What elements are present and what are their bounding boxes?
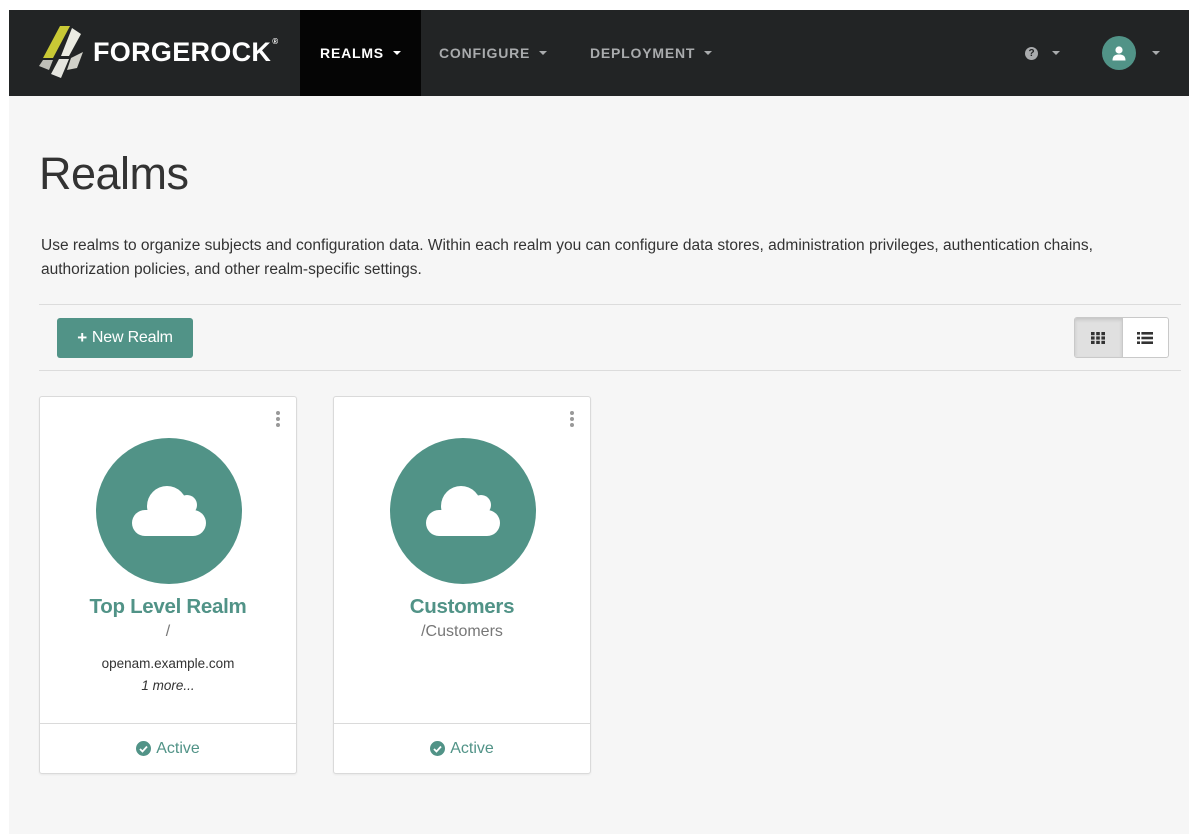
cloud-icon — [426, 486, 500, 536]
realm-icon[interactable] — [96, 438, 242, 584]
divider — [39, 370, 1181, 371]
realm-icon[interactable] — [390, 438, 536, 584]
realm-status: Active — [40, 723, 296, 773]
caret-down-icon — [539, 51, 548, 55]
nav-realms-label: REALMS — [320, 45, 384, 61]
new-realm-button[interactable]: + New Realm — [57, 318, 193, 358]
realm-path: /Customers — [421, 623, 503, 640]
divider — [39, 304, 1181, 305]
check-circle-icon — [136, 741, 152, 756]
caret-down-icon — [704, 51, 713, 55]
realm-alias: openam.example.com — [101, 656, 235, 671]
cloud-icon — [132, 486, 206, 536]
nav-configure[interactable]: CONFIGURE — [439, 10, 548, 96]
user-menu[interactable] — [1102, 36, 1160, 70]
nav-realms[interactable]: REALMS — [300, 10, 421, 96]
user-icon — [1112, 46, 1126, 61]
help-menu[interactable]: ? — [1025, 43, 1060, 63]
forgerock-logo-icon — [39, 26, 83, 78]
caret-down-icon — [1052, 51, 1060, 55]
check-circle-icon — [430, 741, 446, 756]
page-title: Realms — [39, 148, 189, 199]
nav-deployment-label: DEPLOYMENT — [590, 45, 696, 61]
avatar — [1102, 36, 1136, 70]
kebab-menu-icon[interactable] — [568, 409, 576, 429]
realm-more-aliases[interactable]: 1 more... — [40, 678, 296, 693]
new-realm-label: New Realm — [91, 329, 173, 346]
realm-status-label: Active — [156, 739, 200, 757]
nav-deployment[interactable]: DEPLOYMENT — [590, 10, 713, 96]
realm-status: Active — [334, 723, 590, 773]
caret-down-icon — [392, 51, 401, 55]
realm-name-link[interactable]: Customers — [334, 595, 590, 619]
realm-status-label: Active — [450, 739, 494, 757]
caret-down-icon — [1152, 51, 1160, 55]
brand-name: FORGEROCK® — [93, 36, 279, 67]
realm-name-link[interactable]: Top Level Realm — [40, 595, 296, 619]
list-icon — [1137, 331, 1154, 344]
nav-configure-label: CONFIGURE — [439, 45, 531, 61]
realm-card-customers: Customers /Customers Active — [333, 396, 591, 774]
view-toggle — [1074, 317, 1169, 358]
realm-card-top-level: Top Level Realm / openam.example.com 1 m… — [39, 396, 297, 774]
list-view-button[interactable] — [1121, 318, 1169, 357]
plus-icon: + — [77, 328, 87, 347]
page-description: Use realms to organize subjects and conf… — [41, 237, 1093, 278]
realm-path: / — [165, 623, 171, 640]
grid-icon — [1091, 331, 1106, 344]
brand[interactable]: FORGEROCK® — [39, 24, 278, 80]
grid-view-button[interactable] — [1075, 318, 1122, 357]
kebab-menu-icon[interactable] — [274, 409, 282, 429]
top-navbar: FORGEROCK® REALMS CONFIGURE DEPLOYMENT ? — [9, 10, 1189, 96]
app-frame: FORGEROCK® REALMS CONFIGURE DEPLOYMENT ? — [9, 10, 1189, 834]
question-circle-icon: ? — [1025, 46, 1038, 60]
